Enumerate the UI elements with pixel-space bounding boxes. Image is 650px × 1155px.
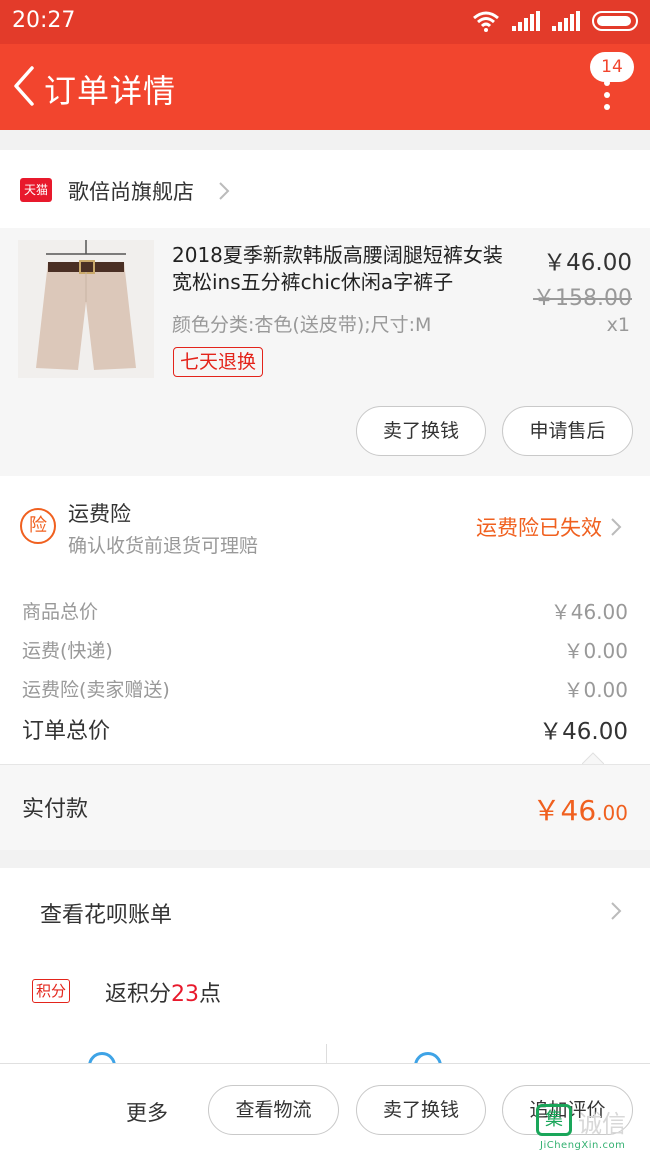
order-total-value: ￥46.00: [539, 719, 628, 745]
insurance-title: 运费险: [68, 502, 131, 526]
message-badge: 14: [590, 52, 634, 82]
huabei-bill-label: 查看花呗账单: [40, 903, 173, 928]
points-text: 返积分23点: [105, 976, 221, 1008]
signal-icon: [512, 11, 540, 31]
summary-label: 运费(快递): [22, 640, 113, 662]
summary-row-total: 订单总价 ￥46.00: [22, 712, 628, 746]
summary-label: 运费险(卖家赠送): [22, 679, 170, 701]
watermark-domain: JiChengXin.com: [540, 1140, 626, 1151]
chevron-right-icon: [611, 902, 622, 920]
notch-indicator: [582, 752, 604, 764]
summary-value: ￥46.00: [550, 600, 628, 624]
paid-value-decimal: .00: [596, 801, 628, 825]
signal-icon-2: [552, 11, 580, 31]
nav-bar: 订单详情 14: [0, 44, 650, 130]
sell-for-cash-button[interactable]: 卖了换钱: [356, 406, 486, 456]
battery-icon: [592, 11, 638, 31]
product-original-price: ￥158.00: [533, 286, 632, 311]
more-button[interactable]: 更多: [126, 1097, 168, 1127]
price-summary: 商品总价 ￥46.00 运费(快递) ￥0.00 运费险(卖家赠送) ￥0.00…: [0, 580, 650, 764]
summary-value: ￥0.00: [563, 639, 628, 663]
insurance-desc: 确认收货前退货可理赔: [68, 535, 259, 557]
summary-row-goods: 商品总价 ￥46.00: [22, 596, 628, 625]
summary-row-shipping: 运费(快递) ￥0.00: [22, 635, 628, 664]
summary-label: 商品总价: [22, 601, 99, 623]
status-icons: [472, 10, 638, 32]
insurance-icon: 险: [20, 508, 56, 544]
points-prefix: 返积分: [105, 982, 172, 1007]
wifi-icon: [473, 11, 499, 32]
watermark-logo: 集: [536, 1104, 572, 1136]
watermark-text: 诚信: [578, 1110, 626, 1138]
points-suffix: 点: [199, 982, 222, 1007]
chevron-right-icon: [219, 182, 230, 200]
extras-section: 查看花呗账单 积分 返积分23点: [0, 868, 650, 1080]
paid-label: 实付款: [22, 797, 89, 822]
points-tag: 积分: [32, 979, 71, 1003]
paid-amount-row: 实付款 ￥46.00: [0, 764, 650, 850]
insurance-status: 运费险已失效: [476, 516, 602, 540]
view-logistics-button[interactable]: 查看物流: [208, 1085, 339, 1135]
sell-for-cash-button-bottom[interactable]: 卖了换钱: [356, 1085, 486, 1135]
product-sku: 颜色分类:杏色(送皮带);尺寸:M: [172, 314, 432, 336]
shorts-illustration: [36, 240, 136, 370]
status-time: 20:27: [12, 8, 76, 33]
huabei-bill-row[interactable]: 查看花呗账单: [0, 868, 650, 954]
paid-value-main: ￥46: [532, 794, 597, 827]
paid-value: ￥46.00: [533, 789, 628, 829]
product-quantity: x1: [606, 314, 630, 336]
page-title: 订单详情: [44, 72, 177, 110]
return-policy-tag: 七天退换: [173, 347, 264, 377]
shipping-insurance-row[interactable]: 险 运费险 确认收货前退货可理赔 运费险已失效: [0, 476, 650, 580]
product-title[interactable]: 2018夏季新款韩版高腰阔腿短裤女装宽松ins五分裤chic休闲a字裤子: [172, 242, 512, 296]
summary-row-insurance: 运费险(卖家赠送) ￥0.00: [22, 674, 628, 703]
shop-row[interactable]: 天猫 歌倍尚旗舰店: [0, 150, 650, 228]
product-price: ￥46.00: [543, 250, 632, 276]
shop-name: 歌倍尚旗舰店: [68, 180, 194, 204]
status-bar: 20:27: [0, 0, 650, 44]
chevron-right-icon: [611, 518, 622, 536]
points-value: 23: [171, 982, 200, 1007]
summary-value: ￥0.00: [563, 678, 628, 702]
product-item[interactable]: 2018夏季新款韩版高腰阔腿短裤女装宽松ins五分裤chic休闲a字裤子 颜色分…: [0, 228, 650, 476]
order-total-label: 订单总价: [22, 719, 111, 744]
product-image[interactable]: [18, 240, 154, 378]
watermark: 集 诚信 JiChengXin.com: [530, 1100, 650, 1155]
apply-after-sale-button[interactable]: 申请售后: [502, 406, 633, 456]
tmall-logo: 天猫: [20, 178, 52, 202]
back-arrow-icon[interactable]: [10, 64, 40, 108]
